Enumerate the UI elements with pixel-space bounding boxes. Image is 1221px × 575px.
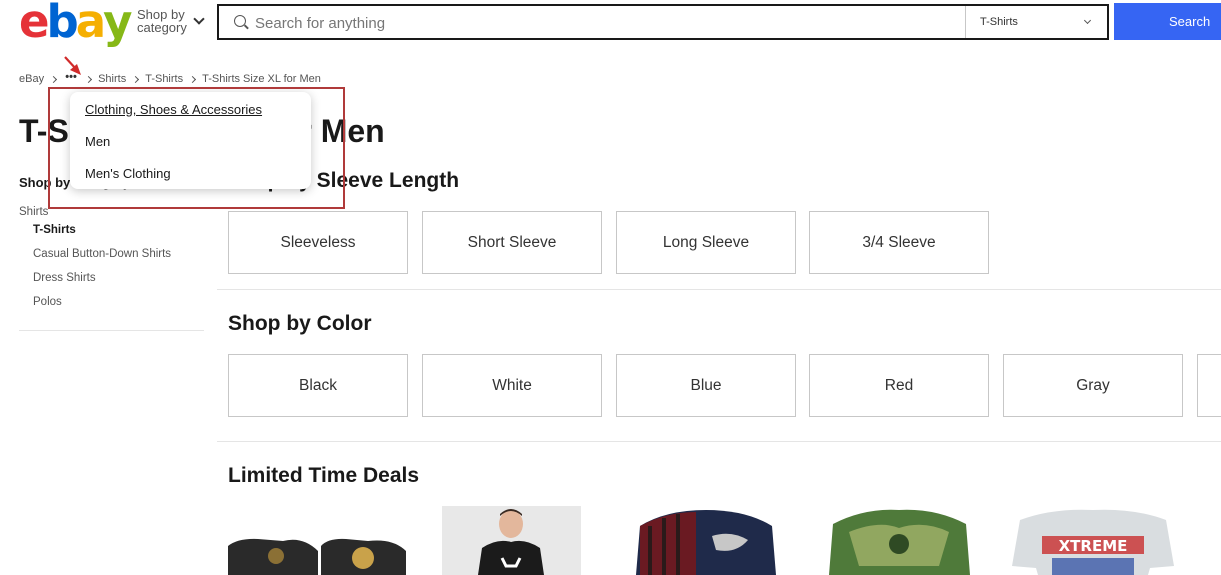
color-tile-gray[interactable]: Gray: [1003, 354, 1183, 417]
sidebar-item-tshirts[interactable]: T-Shirts: [33, 224, 204, 248]
search-input[interactable]: [255, 12, 955, 34]
logo-letter-b: b: [46, 0, 79, 48]
search-icon: [234, 15, 246, 27]
color-tile-blue[interactable]: Blue: [616, 354, 796, 417]
deal-image-5-text: XTREME: [1059, 537, 1128, 555]
sleeve-tile-long[interactable]: Long Sleeve: [616, 211, 796, 274]
search-bar: T-Shirts: [217, 4, 1109, 40]
sleeve-tile-three-quarter[interactable]: 3/4 Sleeve: [809, 211, 989, 274]
deal-image-1: [228, 538, 406, 575]
breadcrumb-tshirts[interactable]: T-Shirts: [145, 73, 183, 85]
annotation-highlight-box: [48, 87, 345, 209]
deal-item-4[interactable]: [829, 506, 970, 575]
chevron-right-icon: [50, 75, 58, 83]
color-tile-partial[interactable]: [1197, 354, 1221, 417]
section-divider: [217, 289, 1221, 290]
deal-item-1[interactable]: [228, 506, 408, 575]
deal-item-2[interactable]: [442, 506, 581, 575]
chevron-right-icon: [85, 75, 93, 83]
chevron-down-icon: [193, 13, 205, 25]
annotation-arrow-icon: [64, 56, 81, 75]
color-tile-red[interactable]: Red: [809, 354, 989, 417]
shop-by-category-label: Shop by category: [137, 8, 187, 34]
sidebar-divider: [19, 330, 204, 331]
logo-letter-a: a: [75, 0, 106, 48]
color-tile-white[interactable]: White: [422, 354, 602, 417]
logo-letter-e: e: [19, 0, 49, 48]
category-select-value: T-Shirts: [980, 16, 1018, 28]
sidebar-item-casual-button-down[interactable]: Casual Button-Down Shirts: [33, 248, 204, 272]
section-divider: [217, 441, 1221, 442]
sidebar-category-list: Shirts T-Shirts Casual Button-Down Shirt…: [19, 206, 204, 320]
search-button[interactable]: Search: [1114, 3, 1221, 40]
sidebar-item-dress-shirts[interactable]: Dress Shirts: [33, 272, 204, 296]
category-select[interactable]: T-Shirts: [965, 6, 1109, 38]
color-section-title: Shop by Color: [228, 312, 372, 335]
chevron-right-icon: [189, 75, 197, 83]
sidebar-item-polos[interactable]: Polos: [33, 296, 204, 320]
breadcrumb-ebay[interactable]: eBay: [19, 73, 44, 85]
shop-by-category-button[interactable]: Shop by category: [137, 8, 205, 34]
deal-image-4: [829, 509, 970, 575]
logo-letter-y: y: [103, 0, 132, 48]
chevron-down-icon: [1083, 16, 1092, 25]
deal-image-5: XTREME: [1012, 509, 1174, 575]
deals-section-title: Limited Time Deals: [228, 464, 420, 487]
breadcrumb-shirts[interactable]: Shirts: [98, 73, 126, 85]
deal-item-3[interactable]: [636, 506, 776, 575]
deal-image-2: [478, 509, 544, 575]
breadcrumb-current: T-Shirts Size XL for Men: [202, 73, 321, 85]
chevron-right-icon: [132, 75, 140, 83]
shop-by-line2: category: [137, 20, 187, 35]
deal-item-5[interactable]: XTREME: [1012, 506, 1174, 575]
deal-image-3: [636, 510, 776, 575]
sleeve-tile-sleeveless[interactable]: Sleeveless: [228, 211, 408, 274]
color-tile-black[interactable]: Black: [228, 354, 408, 417]
ebay-logo[interactable]: ebay: [19, 0, 133, 48]
sleeve-tile-short[interactable]: Short Sleeve: [422, 211, 602, 274]
